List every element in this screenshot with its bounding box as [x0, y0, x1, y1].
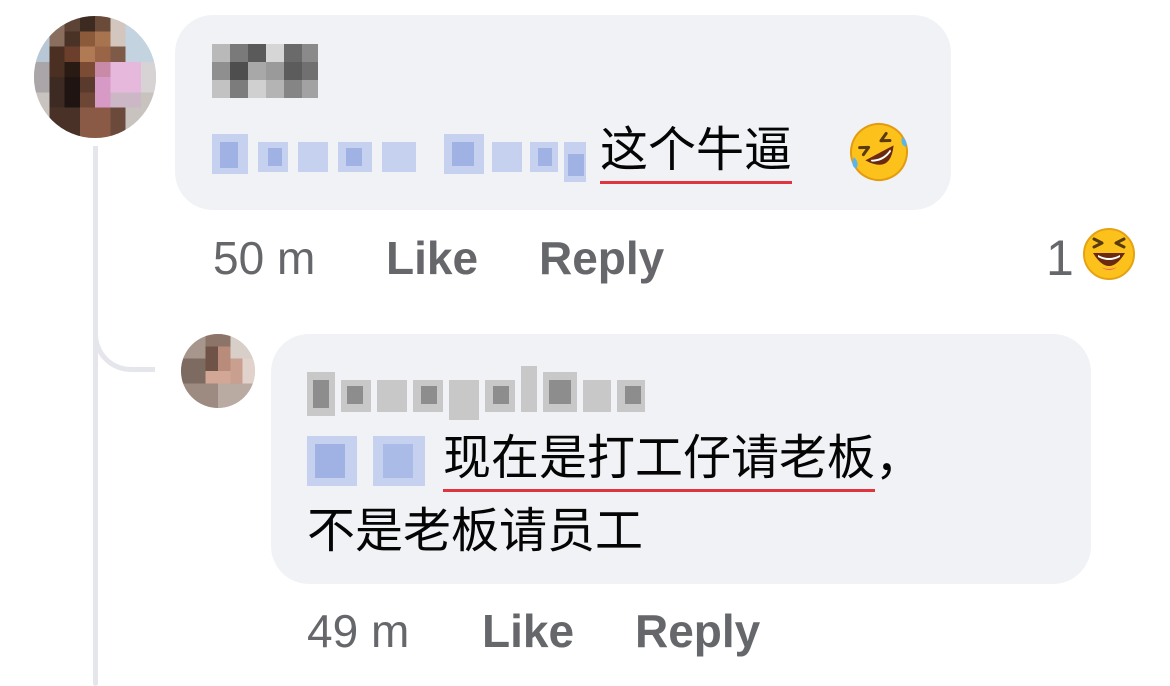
reply-time[interactable]: 49 m: [307, 605, 409, 657]
reply-text-underlined: 现在是打工仔请老板: [443, 430, 876, 492]
author-name-redacted[interactable]: [307, 366, 661, 420]
mention-tag-redacted[interactable]: [212, 124, 586, 182]
reply-button[interactable]: Reply: [635, 605, 760, 657]
comment-text: 这个牛逼: [600, 122, 793, 184]
thread-branch-line: [93, 146, 155, 372]
mention-tag-redacted[interactable]: [307, 432, 425, 488]
comment-text-content: 这个牛逼: [600, 122, 793, 184]
avatar[interactable]: [181, 334, 255, 408]
reply-text-punctuation: ，: [875, 430, 924, 486]
like-button[interactable]: Like: [482, 605, 574, 657]
reaction-count[interactable]: 1: [1046, 232, 1074, 284]
like-button[interactable]: Like: [386, 232, 478, 284]
laughing-face-icon[interactable]: [1082, 227, 1136, 281]
author-name-redacted[interactable]: [212, 44, 318, 98]
reply-text-line-1: 现在是打工仔请老板，: [443, 430, 924, 492]
reply-text-line-2: 不是老板请员工: [307, 503, 644, 559]
avatar[interactable]: [34, 16, 156, 138]
rolling-on-floor-laughing-icon: [850, 123, 908, 181]
comment-time[interactable]: 50 m: [213, 232, 315, 284]
reply-button[interactable]: Reply: [539, 232, 664, 284]
